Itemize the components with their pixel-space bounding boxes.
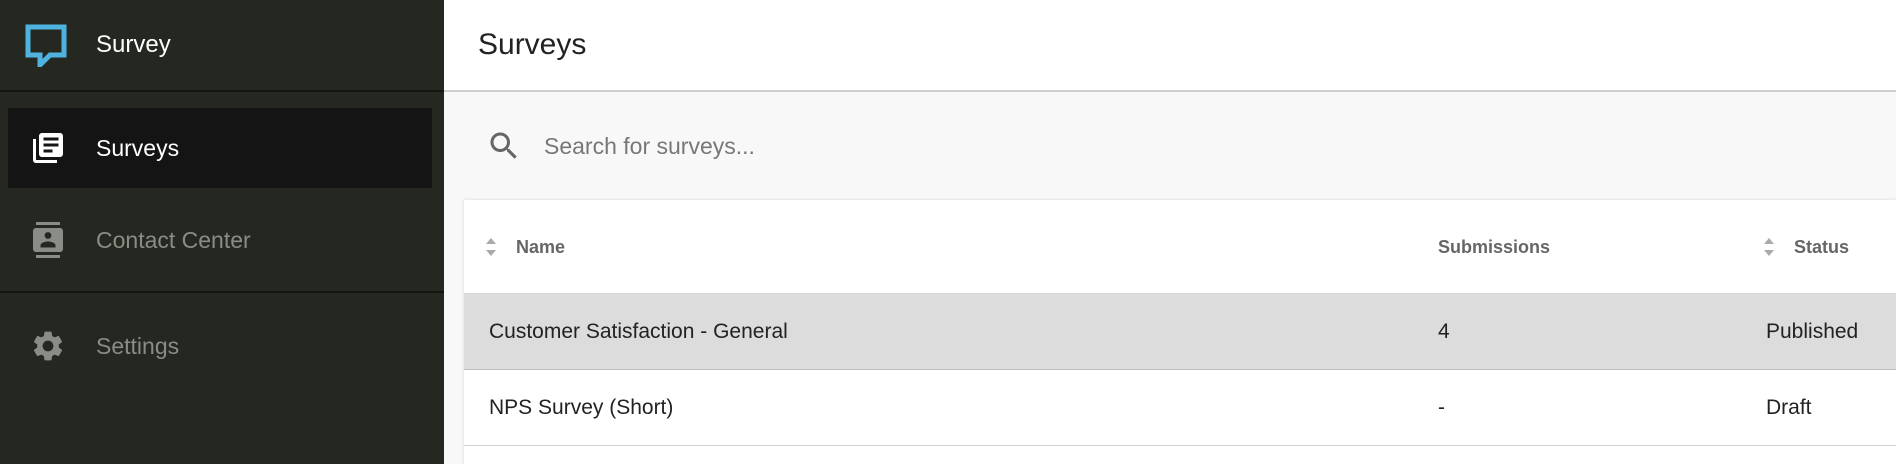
column-header-label: Submissions: [1438, 236, 1551, 257]
sidebar-item-label: Surveys: [96, 134, 180, 161]
main-content: Surveys Name Submissions: [444, 0, 1896, 464]
brand: Survey: [0, 0, 444, 92]
table-row[interactable]: Customer Satisfaction - General 4 Publis…: [464, 294, 1896, 370]
sort-icon[interactable]: [1762, 236, 1776, 258]
app-title: Survey: [96, 31, 171, 58]
page-title: Surveys: [478, 28, 587, 61]
column-header-submissions: Submissions: [1438, 200, 1550, 294]
sidebar-item-label: Settings: [96, 332, 180, 359]
search-input[interactable]: [544, 132, 1444, 160]
survey-submissions: 4: [1438, 320, 1450, 343]
table-header: Name Submissions Status: [464, 200, 1896, 294]
sidebar-item-label: Contact Center: [96, 226, 251, 253]
survey-name: NPS Survey (Short): [489, 396, 674, 419]
contact-card-icon: [33, 222, 63, 258]
sidebar-item-surveys[interactable]: Surveys: [8, 108, 432, 188]
sort-icon[interactable]: [484, 236, 498, 258]
search-bar: [444, 92, 1896, 200]
survey-status: Draft: [1766, 396, 1812, 419]
search-icon[interactable]: [486, 128, 522, 164]
library-books-icon: [33, 133, 63, 163]
sidebar-divider: [0, 291, 444, 293]
survey-status: Published: [1766, 320, 1859, 343]
sidebar-item-settings[interactable]: Settings: [8, 306, 432, 386]
top-bar: Surveys: [444, 0, 1896, 92]
survey-name: Customer Satisfaction - General: [489, 320, 788, 343]
gear-icon: [33, 331, 63, 361]
column-header-label: Name: [516, 236, 566, 257]
sidebar: Survey Surveys Contact Center Settings: [0, 0, 444, 464]
column-header-name[interactable]: Name: [484, 200, 565, 294]
chat-bubble-logo-icon: [25, 24, 67, 67]
sidebar-item-contact-center[interactable]: Contact Center: [8, 200, 432, 280]
column-header-status[interactable]: Status: [1762, 200, 1849, 294]
survey-submissions: -: [1438, 396, 1445, 419]
table-row[interactable]: NPS Survey (Short) - Draft: [464, 370, 1896, 446]
surveys-table: Name Submissions Status Customer Satisfa…: [464, 200, 1896, 464]
column-header-label: Status: [1794, 236, 1850, 257]
